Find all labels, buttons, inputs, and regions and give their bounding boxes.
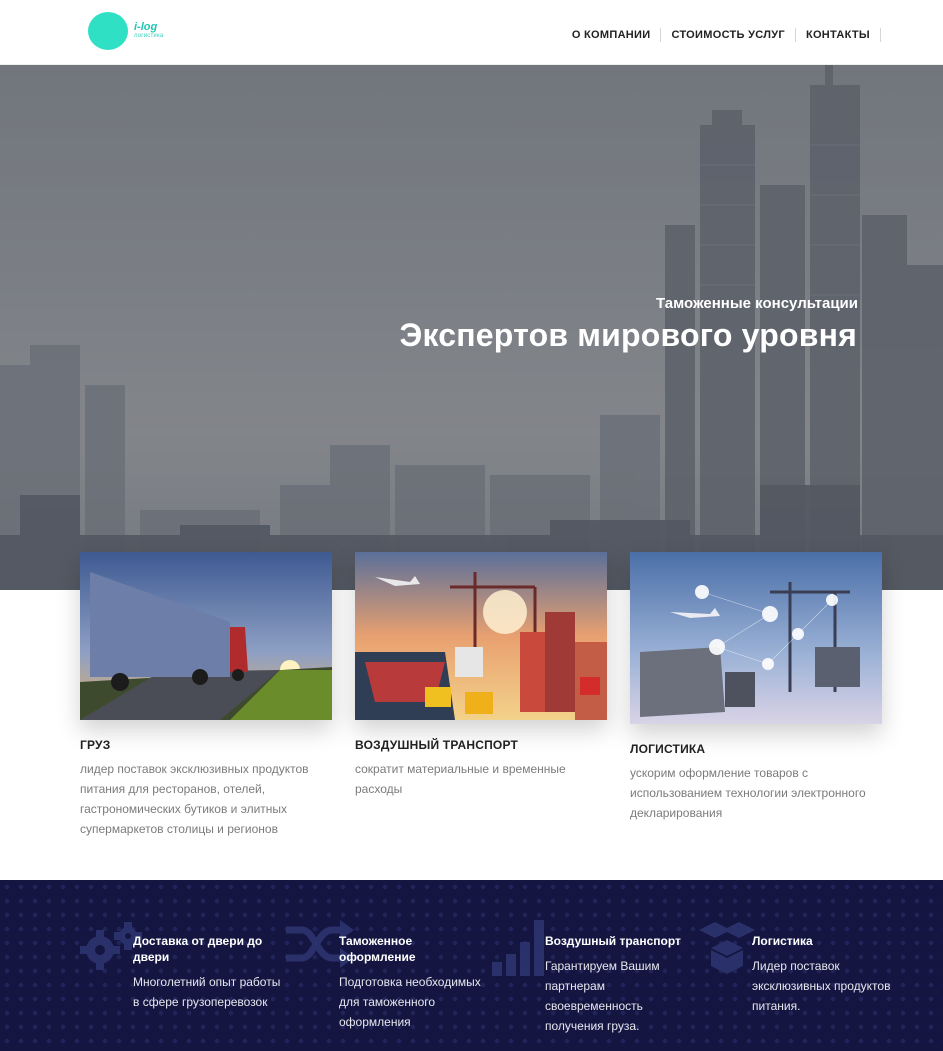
card-title: ГРУЗ (80, 738, 111, 752)
feature-air-transport: Воздушный транспорт Гарантируем Вашим па… (545, 933, 695, 1036)
card-text: сократит материальные и временные расход… (355, 762, 566, 796)
logo-subtitle: логистика (134, 33, 164, 39)
card-title: ЛОГИСТИКА (630, 742, 706, 756)
port-image (355, 552, 607, 720)
card-title: ВОЗДУШНЫЙ ТРАНСПОРТ (355, 738, 519, 752)
hero-banner: Таможенные консультации Экспертов мирово… (0, 65, 943, 590)
truck-image (80, 552, 332, 720)
logo[interactable]: i-log логистика (88, 12, 178, 52)
nav-contacts[interactable]: КОНТАКТЫ (796, 28, 881, 42)
logo-circle-icon (88, 12, 128, 50)
feature-customs: Таможенное оформление Подготовка необход… (339, 933, 489, 1032)
logistics-network-image (630, 552, 882, 724)
hero-subtitle: Таможенные консультации (655, 295, 858, 312)
feature-logistics: Логистика Лидер поставок эксклюзивных пр… (752, 933, 902, 1016)
logo-name: i-log (134, 21, 158, 33)
feature-title: Доставка от двери до двери (133, 934, 263, 964)
feature-title: Таможенное оформление (339, 934, 416, 964)
main-nav: О КОМПАНИИ СТОИМОСТЬ УСЛУГ КОНТАКТЫ (572, 28, 881, 42)
nav-about[interactable]: О КОМПАНИИ (572, 28, 662, 42)
feature-text: Многолетний опыт работы в сфере грузопер… (133, 975, 281, 1009)
feature-title: Логистика (752, 934, 813, 948)
site-header: i-log логистика О КОМПАНИИ СТОИМОСТЬ УСЛ… (0, 0, 943, 65)
feature-text: Лидер поставок эксклюзивных продуктов пи… (752, 959, 891, 1013)
card-text: ускорим оформление товаров с использован… (630, 766, 866, 820)
features-band: Доставка от двери до двери Многолетний о… (0, 880, 943, 1051)
card-cargo[interactable]: ГРУЗ лидер поставок эксклюзивных продукт… (80, 552, 332, 839)
card-text: лидер поставок эксклюзивных продуктов пи… (80, 762, 309, 836)
feature-title: Воздушный транспорт (545, 934, 681, 948)
nav-pricing[interactable]: СТОИМОСТЬ УСЛУГ (661, 28, 796, 42)
feature-text: Гарантируем Вашим партнерам своевременно… (545, 959, 660, 1033)
card-logistics[interactable]: ЛОГИСТИКА ускорим оформление товаров с и… (630, 552, 882, 823)
feature-text: Подготовка необходимых для таможенного о… (339, 975, 481, 1029)
feature-door-to-door: Доставка от двери до двери Многолетний о… (133, 933, 283, 1012)
card-air-transport[interactable]: ВОЗДУШНЫЙ ТРАНСПОРТ сократит материальны… (355, 552, 607, 799)
hero-title: Экспертов мирового уровня (399, 317, 857, 353)
